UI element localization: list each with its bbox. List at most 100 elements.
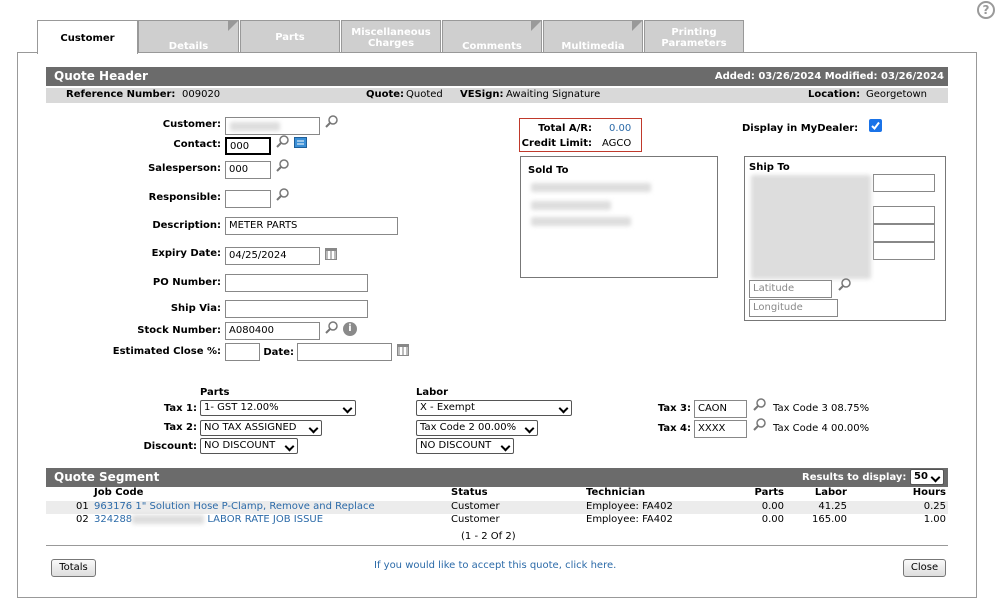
- close-date-calendar-icon[interactable]: [397, 344, 409, 356]
- tab-comments[interactable]: Comments: [442, 20, 542, 53]
- contact-card-icon[interactable]: [294, 136, 307, 149]
- col-hours: Hours: [912, 487, 946, 498]
- ship-to-field-2[interactable]: [873, 206, 935, 224]
- latitude-search-icon[interactable]: [838, 278, 851, 291]
- tax4-label: Tax 4:: [657, 423, 691, 434]
- row-parts: 0.00: [761, 501, 784, 512]
- reference-label: Reference Number:: [66, 89, 176, 100]
- segment-table-header: Job Code Status Technician Parts Labor H…: [46, 487, 948, 500]
- total-ar-value[interactable]: 0.00: [609, 123, 631, 134]
- tab-printing-parameters[interactable]: Printing Parameters: [644, 20, 744, 53]
- header-dates: Added: 03/26/2024 Modified: 03/26/2024: [715, 71, 944, 82]
- added-label: Added:: [714, 71, 755, 82]
- quote-header-title: Quote Header: [54, 69, 148, 83]
- mydealer-label: Display in MyDealer:: [742, 123, 859, 134]
- job-description: LABOR RATE JOB ISSUE: [207, 514, 324, 525]
- job-code-link[interactable]: 963176 1" Solution Hose P-Clamp, Remove …: [94, 501, 375, 512]
- sold-to-box: Sold To: [520, 156, 718, 278]
- expiry-date-label: Expiry Date:: [151, 248, 221, 259]
- contact-input[interactable]: 000: [225, 137, 271, 155]
- close-button[interactable]: Close: [903, 559, 946, 577]
- tax3-input[interactable]: CAON: [694, 400, 747, 418]
- tab-miscellaneous-charges[interactable]: Miscellaneous Charges: [341, 20, 441, 53]
- customer-label: Customer:: [162, 119, 221, 130]
- col-status: Status: [451, 487, 488, 498]
- customer-input[interactable]: [225, 117, 320, 135]
- ship-to-field-4[interactable]: [873, 242, 935, 260]
- tax4-search-icon[interactable]: [753, 418, 766, 431]
- job-code: 324288: [94, 514, 133, 525]
- info-icon[interactable]: i: [343, 322, 357, 336]
- stock-search-icon[interactable]: [325, 321, 338, 334]
- sold-to-label: Sold To: [528, 165, 569, 176]
- parts-discount-select[interactable]: NO DISCOUNT: [200, 438, 298, 454]
- tab-details[interactable]: Details: [138, 20, 239, 53]
- tab-multimedia[interactable]: Multimedia: [543, 20, 643, 53]
- row-technician: Employee: FA402: [586, 501, 673, 512]
- estimated-close-input[interactable]: [225, 343, 260, 361]
- description-input[interactable]: METER PARTS: [225, 217, 398, 235]
- results-select[interactable]: 50: [910, 469, 944, 485]
- salesperson-input[interactable]: 000: [225, 161, 271, 179]
- quote-label: Quote:: [366, 89, 405, 100]
- tax3-description: Tax Code 3 08.75%: [773, 403, 870, 414]
- tax3-search-icon[interactable]: [753, 398, 766, 411]
- row-status: Customer: [451, 501, 500, 512]
- row-number: 01: [76, 501, 89, 512]
- job-code-link[interactable]: 324288 LABOR RATE JOB ISSUE: [94, 514, 323, 525]
- stock-number-input[interactable]: A080400: [225, 322, 320, 340]
- tab-customer-label: Customer: [60, 33, 115, 44]
- latitude-input[interactable]: Latitude: [749, 280, 832, 298]
- credit-limit-label: Credit Limit:: [521, 138, 592, 149]
- contact-search-icon[interactable]: [276, 135, 289, 148]
- labor-discount-select[interactable]: NO DISCOUNT: [416, 438, 514, 454]
- totals-button[interactable]: Totals: [51, 559, 96, 577]
- parts-tax-heading: Parts: [200, 387, 230, 398]
- ship-via-label: Ship Via:: [170, 303, 221, 314]
- job-code: 963176: [94, 501, 133, 512]
- job-description: 1" Solution Hose P-Clamp, Remove and Rep…: [135, 501, 375, 512]
- po-number-input[interactable]: [225, 274, 368, 292]
- help-icon[interactable]: ?: [977, 1, 995, 19]
- tax4-input[interactable]: XXXX: [694, 420, 747, 438]
- longitude-input[interactable]: Longitude: [749, 299, 838, 317]
- tab-misc-label-1: Miscellaneous: [351, 27, 431, 38]
- labor-tax1-select[interactable]: X - Exempt: [416, 400, 572, 416]
- modified-label: Modified:: [824, 71, 878, 82]
- close-date-input[interactable]: [297, 343, 392, 361]
- row-hours: 1.00: [923, 514, 946, 525]
- salesperson-search-icon[interactable]: [276, 159, 289, 172]
- tab-parts[interactable]: Parts: [240, 20, 340, 53]
- description-label: Description:: [152, 220, 221, 231]
- tab-printing-label-1: Printing: [671, 27, 717, 38]
- accept-quote-link[interactable]: If you would like to accept this quote, …: [374, 560, 616, 571]
- col-technician: Technician: [586, 487, 646, 498]
- tax2-label: Tax 2:: [163, 422, 197, 433]
- labor-tax2-select[interactable]: Tax Code 2 00.00%: [416, 420, 538, 436]
- tab-customer[interactable]: Customer: [37, 20, 138, 54]
- ship-to-field-1[interactable]: [873, 174, 935, 192]
- quote-segment-title: Quote Segment: [54, 470, 160, 484]
- row-status: Customer: [451, 514, 500, 525]
- parts-tax2-select[interactable]: NO TAX ASSIGNED: [200, 420, 322, 436]
- responsible-input[interactable]: [225, 190, 271, 208]
- location-label: Location:: [808, 89, 861, 100]
- mydealer-checkbox-checked-icon[interactable]: [869, 119, 882, 132]
- table-row[interactable]: 01 963176 1" Solution Hose P-Clamp, Remo…: [46, 501, 948, 514]
- expiry-calendar-icon[interactable]: [325, 248, 337, 260]
- ship-via-input[interactable]: [225, 300, 368, 318]
- labor-tax-heading: Labor: [416, 387, 449, 398]
- table-row[interactable]: 02 324288 LABOR RATE JOB ISSUE Customer …: [46, 514, 948, 527]
- responsible-search-icon[interactable]: [276, 188, 289, 201]
- customer-search-icon[interactable]: [325, 115, 338, 128]
- parts-tax1-select[interactable]: 1- GST 12.00%: [200, 400, 356, 416]
- row-technician: Employee: FA402: [586, 514, 673, 525]
- contact-label: Contact:: [173, 139, 221, 150]
- tab-printing-label-2: Parameters: [661, 38, 727, 49]
- salesperson-label: Salesperson:: [148, 163, 221, 174]
- tax3-label: Tax 3:: [657, 403, 691, 414]
- added-date: 03/26/2024: [758, 71, 822, 82]
- expiry-date-input[interactable]: 04/25/2024: [225, 247, 320, 265]
- ship-to-field-3[interactable]: [873, 224, 935, 242]
- row-number: 02: [76, 514, 89, 525]
